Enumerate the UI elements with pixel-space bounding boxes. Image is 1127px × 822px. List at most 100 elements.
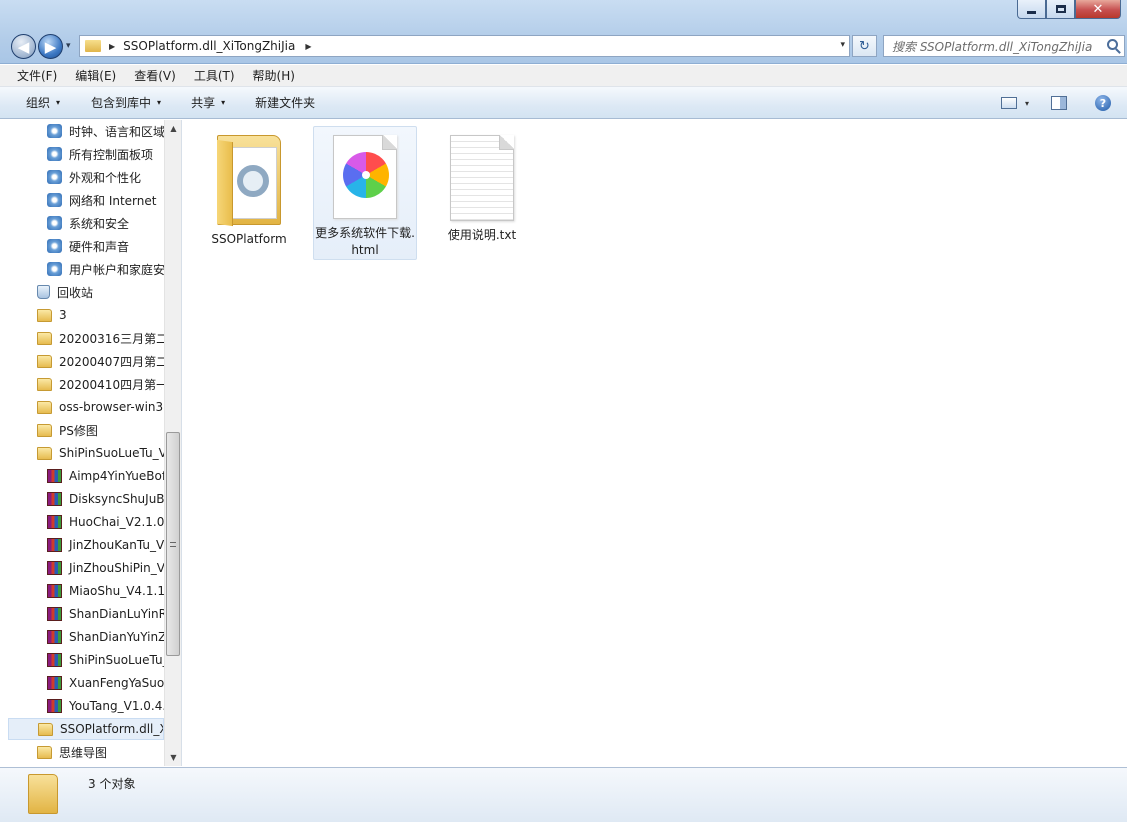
nav-item[interactable]: JinZhouKanTu_V (0, 534, 164, 556)
grip-icon (170, 541, 176, 547)
command-bar: 组织 ▾ 包含到库中 ▾ 共享 ▾ 新建文件夹 ▾ ? (0, 87, 1127, 119)
control-panel-icon (47, 239, 62, 253)
nav-item-selected[interactable]: SSOPlatform.dll_X (8, 718, 164, 740)
file-name: 更多系统软件下载.html (315, 226, 415, 257)
menu-help[interactable]: 帮助(H) (244, 67, 304, 84)
nav-item-label: 3 (59, 308, 67, 322)
archive-icon (47, 584, 62, 598)
search-input[interactable]: 搜索 SSOPlatform.dll_XiTongZhiJia (892, 38, 1097, 55)
archive-icon (47, 699, 62, 713)
control-panel-icon (47, 216, 62, 230)
nav-item[interactable]: 20200407四月第二 (0, 350, 164, 372)
address-history-dropdown[interactable]: ▾ (840, 40, 845, 50)
change-view-icon[interactable] (1000, 97, 1017, 109)
nav-item[interactable]: ShanDianLuYinRu (0, 603, 164, 625)
nav-item[interactable]: ShanDianYuYinZl (0, 626, 164, 648)
new-folder-button[interactable]: 新建文件夹 (255, 94, 315, 111)
back-button[interactable]: ◀ (11, 34, 36, 59)
menu-tools[interactable]: 工具(T) (185, 67, 244, 84)
nav-item-label: 回收站 (57, 285, 94, 300)
nav-item[interactable]: 外观和个性化 (0, 166, 164, 188)
navigation-pane: 时钟、语言和区域 所有控制面板项 外观和个性化 网络和 Internet 系统和… (0, 120, 182, 766)
close-button[interactable]: ✕ (1075, 0, 1121, 19)
menu-file[interactable]: 文件(F) (0, 67, 66, 84)
archive-icon (47, 630, 62, 644)
search-icon[interactable] (1107, 39, 1118, 50)
close-icon: ✕ (1092, 1, 1104, 17)
nav-item-label: 20200316三月第二 (59, 331, 164, 346)
text-file-icon (450, 135, 514, 221)
address-bar[interactable]: ▶ SSOPlatform.dll_XiTongZhiJia ▶ ▾ (79, 35, 850, 57)
nav-item[interactable]: 20200410四月第一 (0, 373, 164, 395)
archive-icon (47, 561, 62, 575)
scroll-thumb[interactable] (166, 432, 180, 656)
file-item-folder[interactable]: SSOPlatform (197, 127, 301, 261)
breadcrumb-chevron-icon[interactable]: ▶ (305, 42, 311, 51)
nav-item[interactable]: 网络和 Internet (0, 189, 164, 211)
archive-icon (47, 515, 62, 529)
recent-pages-dropdown[interactable]: ▾ (66, 41, 71, 51)
nav-item[interactable]: ShiPinSuoLueTu_ (0, 649, 164, 671)
nav-item[interactable]: YouTang_V1.0.4. (0, 695, 164, 717)
nav-item[interactable]: 思维导图 (0, 741, 164, 763)
new-folder-label: 新建文件夹 (255, 96, 316, 110)
share-label: 共享 (191, 96, 216, 110)
include-in-library-button[interactable]: 包含到库中 ▾ (91, 94, 161, 111)
nav-item-label: 网络和 Internet (69, 193, 157, 208)
nav-item[interactable]: 系统和安全 (0, 212, 164, 234)
breadcrumb-current[interactable]: SSOPlatform.dll_XiTongZhiJia (123, 39, 295, 53)
scroll-down-button[interactable]: ▼ (165, 749, 182, 766)
folder-icon (37, 354, 52, 368)
preview-pane-icon[interactable] (1051, 96, 1067, 110)
nav-item[interactable]: JinZhouShiPin_V2 (0, 557, 164, 579)
folder-icon (37, 446, 52, 460)
nav-item[interactable]: HuoChai_V2.1.0. (0, 511, 164, 533)
organize-button[interactable]: 组织 ▾ (26, 94, 60, 111)
nav-item-label: ShanDianLuYinRu (69, 607, 164, 621)
refresh-button[interactable]: ↻ (852, 35, 877, 57)
folder-icon (37, 745, 52, 759)
view-options-dropdown[interactable]: ▾ (1025, 99, 1029, 108)
nav-item[interactable]: Aimp4YinYueBof (0, 465, 164, 487)
menu-view[interactable]: 查看(V) (125, 67, 185, 84)
nav-item[interactable]: 时钟、语言和区域 (0, 120, 164, 142)
nav-item-label: JinZhouKanTu_V (69, 538, 164, 552)
nav-item[interactable]: DisksyncShuJuBe (0, 488, 164, 510)
archive-icon (47, 676, 62, 690)
nav-item-label: 20200407四月第二 (59, 354, 164, 369)
navigation-scrollbar[interactable]: ▲ ▼ (164, 120, 181, 766)
nav-item[interactable]: 3 (0, 304, 164, 326)
breadcrumb-chevron-icon[interactable]: ▶ (109, 42, 115, 51)
forward-button[interactable]: ▶ (38, 34, 63, 59)
nav-item-label: Aimp4YinYueBof (69, 469, 164, 483)
details-pane: 3 个对象 (0, 767, 1127, 822)
nav-item[interactable]: MiaoShu_V4.1.1_ (0, 580, 164, 602)
nav-item-label: 系统和安全 (69, 216, 130, 231)
file-item-txt[interactable]: 使用说明.txt (430, 127, 534, 261)
html-file-icon (333, 135, 397, 219)
nav-item[interactable]: oss-browser-win3 (0, 396, 164, 418)
nav-item[interactable]: 硬件和声音 (0, 235, 164, 257)
file-list: SSOPlatform 更多系统软件下载.html 使用说明.txt (183, 120, 1127, 766)
folder-icon (37, 308, 52, 322)
nav-item-label: SSOPlatform.dll_X (60, 722, 164, 736)
nav-item-label: MiaoShu_V4.1.1_ (69, 584, 164, 598)
scroll-up-button[interactable]: ▲ (165, 120, 182, 137)
nav-item[interactable]: 20200316三月第二 (0, 327, 164, 349)
nav-item[interactable]: 回收站 (0, 281, 164, 303)
help-icon[interactable]: ? (1095, 95, 1111, 111)
nav-item[interactable]: 用户帐户和家庭安 (0, 258, 164, 280)
nav-item-label: 用户帐户和家庭安 (69, 262, 164, 277)
nav-item[interactable]: ShiPinSuoLueTu_V (0, 442, 164, 464)
search-box[interactable]: 搜索 SSOPlatform.dll_XiTongZhiJia (883, 35, 1125, 57)
nav-item[interactable]: XuanFengYaSuo (0, 672, 164, 694)
minimize-button[interactable] (1017, 0, 1046, 19)
file-item-html[interactable]: 更多系统软件下载.html (313, 126, 417, 260)
menu-edit[interactable]: 编辑(E) (66, 67, 125, 84)
folder-icon (37, 400, 52, 414)
nav-item[interactable]: PS修图 (0, 419, 164, 441)
archive-icon (47, 607, 62, 621)
share-button[interactable]: 共享 ▾ (191, 94, 225, 111)
nav-item[interactable]: 所有控制面板项 (0, 143, 164, 165)
maximize-button[interactable] (1046, 0, 1075, 19)
